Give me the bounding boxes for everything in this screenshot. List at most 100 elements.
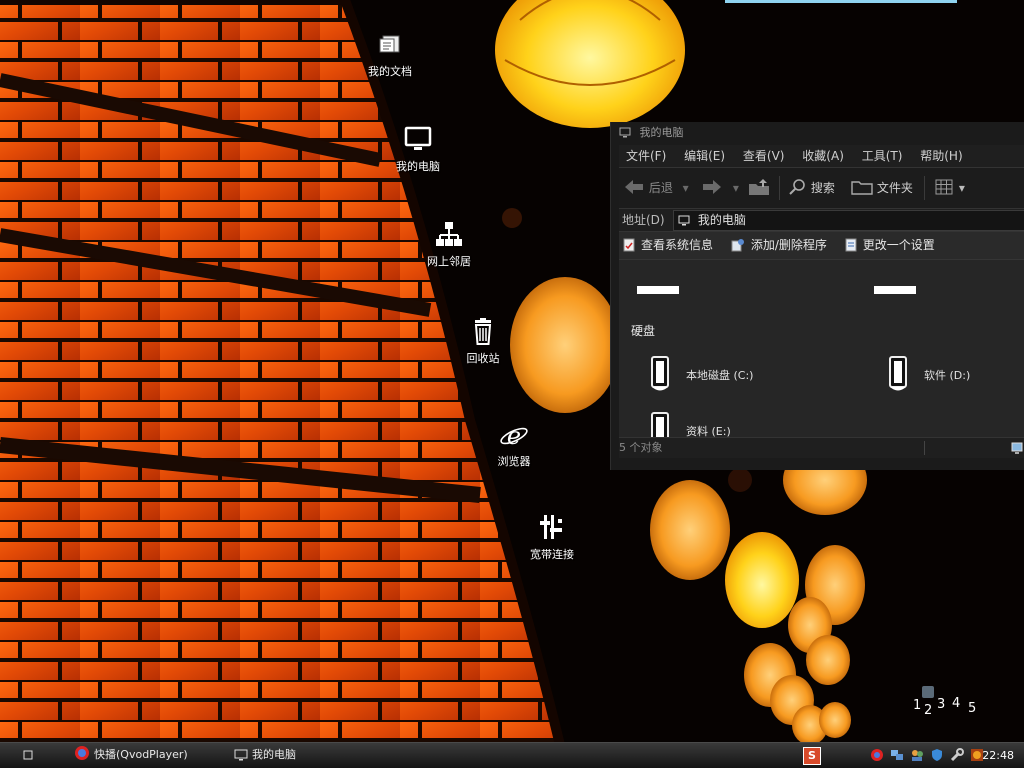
desktop-icon-label: 我的文档	[368, 65, 412, 78]
window-body: 文件(F) 编辑(E) 查看(V) 收藏(A) 工具(T) 帮助(H) 后退 ▾…	[619, 145, 1024, 458]
qvod-icon	[75, 746, 89, 760]
documents-icon	[374, 30, 406, 60]
start-button[interactable]	[22, 749, 34, 761]
svg-text:e: e	[507, 422, 521, 450]
window-title: 我的电脑	[639, 126, 684, 139]
desktop-icon-my-documents[interactable]: 我的文档	[350, 30, 430, 79]
task-label: 查看系统信息	[641, 238, 714, 252]
desktop-icon-label: 宽带连接	[530, 548, 574, 561]
folders-button[interactable]: 文件夹	[851, 168, 913, 208]
up-folder-icon	[749, 179, 769, 195]
computer-icon	[678, 215, 690, 226]
workspace-5[interactable]: 5	[968, 701, 976, 716]
computer-zone-icon	[1011, 441, 1023, 462]
desktop-icon-label: 我的电脑	[396, 160, 440, 173]
toolbar-divider	[779, 176, 780, 200]
desktop-icon-network[interactable]: 网上邻居	[409, 220, 489, 269]
back-arrow-icon	[625, 180, 643, 194]
desktop-icon-label: 网上邻居	[427, 255, 471, 268]
chevron-down-icon: ▾	[732, 181, 739, 195]
menu-view[interactable]: 查看(V)	[736, 145, 792, 167]
computer-icon	[234, 749, 248, 761]
up-folder-button[interactable]	[747, 168, 771, 208]
back-button[interactable]: 后退 ▾	[623, 168, 689, 208]
menu-favorites[interactable]: 收藏(A)	[795, 145, 851, 167]
drive-label: 本地磁盘 (C:)	[686, 369, 754, 382]
menu-help[interactable]: 帮助(H)	[913, 145, 969, 167]
computer-icon	[619, 127, 631, 138]
star-icon	[922, 686, 934, 698]
tool-tray-icon[interactable]	[950, 748, 964, 765]
clock: 22:48	[982, 749, 1014, 762]
programs-icon	[731, 239, 744, 252]
start-icon	[23, 750, 33, 760]
task-links: 查看系统信息 添加/删除程序 更改一个设置	[619, 232, 1024, 260]
status-object-count: 5 个对象	[619, 441, 663, 454]
grid-view-icon	[935, 179, 953, 195]
users-tray-icon[interactable]	[910, 748, 924, 765]
views-button[interactable]: ▾	[935, 168, 965, 208]
section-hard-disks: 硬盘	[631, 324, 656, 338]
menu-tools[interactable]: 工具(T)	[855, 145, 910, 167]
settings-icon	[845, 238, 857, 252]
broadband-icon	[536, 513, 568, 543]
desktop-icon-my-computer[interactable]: 我的电脑	[378, 125, 458, 174]
chevron-down-icon: ▾	[682, 181, 689, 195]
task-label: 添加/删除程序	[750, 238, 827, 252]
scroll-remnant-bar	[637, 286, 679, 294]
content-pane: 硬盘 本地磁盘 (C:) 软件 (D:) 资料 (E:)	[619, 286, 1024, 447]
workspace-4[interactable]: 4	[952, 696, 960, 711]
status-divider	[924, 441, 925, 455]
task-add-remove-programs[interactable]: 添加/删除程序	[727, 238, 831, 252]
taskbar-task-label: 快播(QvodPlayer)	[94, 748, 188, 761]
search-button[interactable]: 搜索	[789, 168, 835, 208]
address-label: 地址(D)	[622, 213, 665, 227]
chevron-down-icon: ▾	[958, 181, 965, 195]
task-label: 更改一个设置	[862, 238, 935, 252]
explorer-window[interactable]: 我的电脑 文件(F) 编辑(E) 查看(V) 收藏(A) 工具(T) 帮助(H)…	[610, 122, 1024, 470]
forward-arrow-icon	[703, 180, 721, 194]
scroll-remnant-bar	[874, 286, 916, 294]
workspace-3[interactable]: 3	[937, 697, 945, 712]
computer-icon	[402, 125, 434, 155]
taskbar-task-qvodplayer[interactable]: 快播(QvodPlayer)	[74, 745, 188, 765]
window-titlebar[interactable]: 我的电脑	[611, 122, 1024, 144]
taskbar-task-my-computer[interactable]: 我的电脑	[234, 745, 296, 765]
search-label: 搜索	[810, 181, 835, 195]
task-change-setting[interactable]: 更改一个设置	[841, 238, 935, 252]
toolbar: 后退 ▾ ▾ 搜索 文件夹 ▾	[619, 168, 1024, 209]
top-status-bar	[725, 0, 957, 3]
qvod-tray-icon[interactable]	[870, 748, 884, 765]
forward-button[interactable]: ▾	[701, 168, 739, 208]
toolbar-divider	[924, 176, 925, 200]
address-field[interactable]: 我的电脑	[673, 210, 1024, 231]
workspace-1[interactable]: 1	[913, 698, 921, 713]
address-bar: 地址(D) 我的电脑	[619, 209, 1024, 232]
taskbar-task-label: 我的电脑	[252, 748, 296, 761]
desktop-icon-label: 浏览器	[497, 455, 531, 468]
search-icon	[789, 179, 805, 195]
system-info-icon	[623, 238, 635, 252]
status-bar: 5 个对象	[619, 437, 1024, 458]
network-icon	[433, 220, 465, 250]
ie-browser-icon: e	[498, 420, 530, 450]
recycle-bin-icon	[467, 317, 499, 347]
workspace-2[interactable]: 2	[924, 703, 932, 718]
menu-file[interactable]: 文件(F)	[619, 145, 673, 167]
desktop-icon-broadband[interactable]: 宽带连接	[512, 513, 592, 562]
desktop-icon-label: 回收站	[466, 352, 500, 365]
desktop-icon-recycle-bin[interactable]: 回收站	[443, 317, 523, 366]
folder-icon	[851, 181, 873, 195]
desktop-icon-browser[interactable]: e 浏览器	[474, 420, 554, 469]
folders-label: 文件夹	[876, 181, 913, 195]
task-view-system-info[interactable]: 查看系统信息	[619, 238, 717, 252]
system-tray: 22:48	[864, 743, 1024, 768]
shield-icon[interactable]	[930, 748, 944, 765]
back-label: 后退	[648, 181, 673, 195]
menu-edit[interactable]: 编辑(E)	[677, 145, 732, 167]
network-tray-icon[interactable]	[890, 748, 904, 765]
menu-bar: 文件(F) 编辑(E) 查看(V) 收藏(A) 工具(T) 帮助(H)	[619, 145, 1024, 168]
hard-drive-icon	[651, 356, 669, 391]
drive-label: 软件 (D:)	[924, 369, 971, 382]
sogou-input-icon[interactable]: S	[803, 747, 821, 765]
